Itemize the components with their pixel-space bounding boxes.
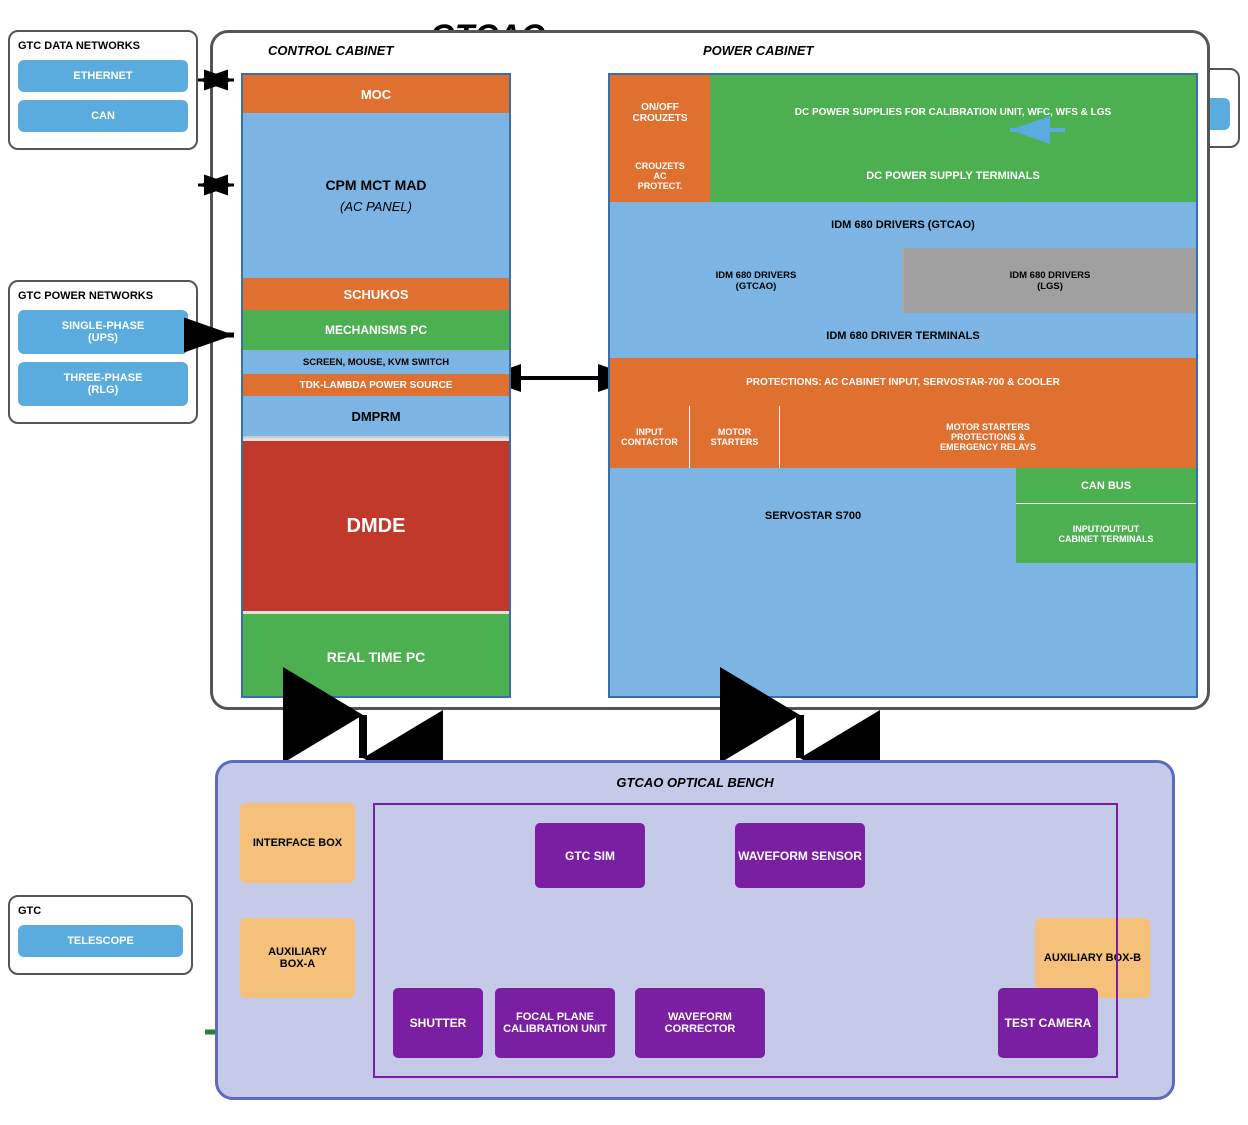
- crouzets-ac-block: CROUZETSACPROTECT.: [610, 150, 710, 202]
- interface-box: INTERFACE BOX: [240, 803, 355, 883]
- io-terminals-block: INPUT/OUTPUTCABINET TERMINALS: [1016, 504, 1196, 563]
- gtc-section: GTC TELESCOPE: [8, 895, 193, 975]
- auxiliary-box-a: AUXILIARYBOX-A: [240, 918, 355, 998]
- main-cabinet-container: CONTROL CABINET POWER CABINET MOC CPM MC…: [210, 30, 1210, 710]
- can-io-col: CAN BUS INPUT/OUTPUTCABINET TERMINALS: [1016, 468, 1196, 563]
- gtc-data-networks: GTC DATA NETWORKS ETHERNET CAN: [8, 30, 198, 150]
- power-cabinet-label: POWER CABINET: [703, 43, 814, 58]
- optical-bench-label: GTCAO OPTICAL BENCH: [616, 775, 773, 790]
- control-cabinet-label: CONTROL CABINET: [268, 43, 393, 58]
- dc-terminals-block: DC POWER SUPPLY TERMINALS: [710, 150, 1196, 202]
- gtc-power-networks: GTC POWER NETWORKS SINGLE-PHASE(UPS) THR…: [8, 280, 198, 424]
- idm-terminals-block: IDM 680 DRIVER TERMINALS: [610, 313, 1196, 358]
- servostar-block: SERVOSTAR S700: [610, 468, 1016, 563]
- ac-panel-sub: (AC PANEL): [340, 199, 412, 214]
- dmprm-block: DMPRM: [243, 396, 509, 438]
- power-row4: INPUTCONTACTOR MOTORSTARTERS MOTOR START…: [610, 406, 1196, 468]
- can-bus-block: CAN BUS: [1016, 468, 1196, 504]
- telescope-box: TELESCOPE: [18, 925, 183, 957]
- power-row1: ON/OFFCROUZETS DC POWER SUPPLIES FOR CAL…: [610, 75, 1196, 150]
- ac-panel-items: CPM MCT MAD: [325, 177, 426, 193]
- moc-block: MOC: [243, 75, 509, 113]
- waveform-corrector-block: WAVEFORM CORRECTOR: [635, 988, 765, 1058]
- on-off-crouzets-block: ON/OFFCROUZETS: [610, 75, 710, 150]
- test-camera-block: TEST CAMERA: [998, 988, 1098, 1058]
- waveform-sensor-block: WAVEFORM SENSOR: [735, 823, 865, 888]
- idm680-row1-block: IDM 680 DRIVERS (GTCAO): [610, 202, 1196, 248]
- real-time-pc-block: REAL TIME PC: [243, 614, 509, 698]
- power-row3: IDM 680 DRIVERS(GTCAO) IDM 680 DRIVERS(L…: [610, 248, 1196, 313]
- cabinet-arrow: [511, 363, 608, 393]
- input-contactor-block: INPUTCONTACTOR: [610, 406, 690, 468]
- schukos-block: SCHUKOS: [243, 278, 509, 310]
- power-row5: SERVOSTAR S700 CAN BUS INPUT/OUTPUTCABIN…: [610, 468, 1196, 563]
- screen-block: SCREEN, MOUSE, KVM SWITCH: [243, 350, 509, 374]
- power-row2: CROUZETSACPROTECT. DC POWER SUPPLY TERMI…: [610, 150, 1196, 202]
- motor-starters-block: MOTORSTARTERS: [690, 406, 780, 468]
- ac-panel-block: CPM MCT MAD (AC PANEL): [243, 113, 509, 278]
- motor-starters-prot-block: MOTOR STARTERSPROTECTIONS &EMERGENCY REL…: [780, 406, 1196, 468]
- gtc-data-networks-label: GTC DATA NETWORKS: [18, 40, 188, 52]
- idm680-gtcao-block: IDM 680 DRIVERS(GTCAO): [610, 248, 904, 313]
- single-phase-box: SINGLE-PHASE(UPS): [18, 310, 188, 354]
- shutter-block: SHUTTER: [393, 988, 483, 1058]
- idm680-lgs-block: IDM 680 DRIVERS(LGS): [904, 248, 1196, 313]
- focal-plane-block: FOCAL PLANE CALIBRATION UNIT: [495, 988, 615, 1058]
- dmde-block: DMDE: [243, 441, 509, 611]
- gtc-power-networks-label: GTC POWER NETWORKS: [18, 290, 188, 302]
- dc-power-supplies-block: DC POWER SUPPLIES FOR CALIBRATION UNIT, …: [710, 75, 1196, 150]
- gtc-label: GTC: [18, 905, 183, 917]
- protections-block: PROTECTIONS: AC CABINET INPUT, SERVOSTAR…: [610, 358, 1196, 406]
- mechanisms-pc-block: MECHANISMS PC: [243, 310, 509, 350]
- three-phase-box: THREE-PHASE(RLG): [18, 362, 188, 406]
- gtc-sim-block: GTC SIM: [535, 823, 645, 888]
- power-cabinet: ON/OFFCROUZETS DC POWER SUPPLIES FOR CAL…: [608, 73, 1198, 698]
- ethernet-box: ETHERNET: [18, 60, 188, 92]
- optical-bench: GTCAO OPTICAL BENCH INTERFACE BOX AUXILI…: [215, 760, 1175, 1100]
- control-cabinet: MOC CPM MCT MAD (AC PANEL) SCHUKOS MECHA…: [241, 73, 511, 698]
- can-box: CAN: [18, 100, 188, 132]
- inner-optical-box: GTC SIM WAVEFORM SENSOR SHUTTER FOCAL PL…: [373, 803, 1118, 1078]
- tdk-block: TDK-LAMBDA POWER SOURCE: [243, 374, 509, 396]
